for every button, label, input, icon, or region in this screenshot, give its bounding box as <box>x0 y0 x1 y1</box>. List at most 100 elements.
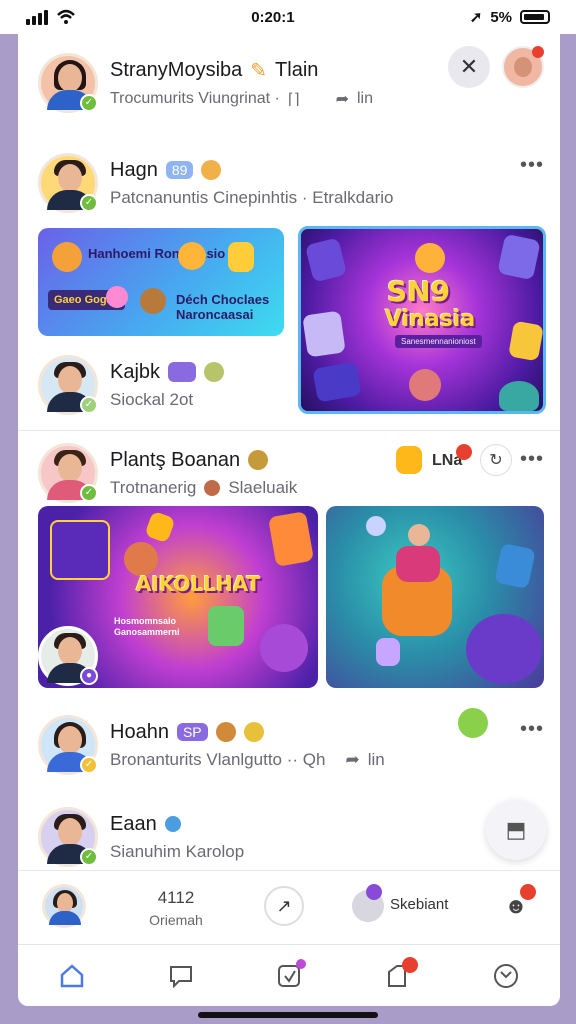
header-title: StranyMoysiba <box>110 58 243 81</box>
header-subtitle-suffix: lin <box>356 89 373 107</box>
cube-decoration <box>497 233 541 281</box>
header-text: StranyMoysiba ✎ Tlain Trocumurits Viungr… <box>110 58 373 109</box>
close-button[interactable]: ✕ <box>448 46 490 88</box>
level-badge: 89 <box>165 161 194 179</box>
feed-item-name: Plantş Boanan <box>110 448 241 471</box>
refresh-button[interactable]: ↻ <box>480 444 512 476</box>
character-icon <box>409 369 441 401</box>
character-icon <box>260 624 308 672</box>
game-card[interactable]: SN9 Vinasia Sanesmennanioniost <box>298 226 546 414</box>
level-badge: SP <box>176 723 208 741</box>
game-caption: Sanesmennanioniost <box>395 335 482 348</box>
hand-decoration <box>466 614 542 684</box>
status-time: 0:20:1 <box>251 8 295 26</box>
notification-badge <box>456 444 472 460</box>
balloon-icon <box>106 286 128 308</box>
cube-decoration <box>304 237 348 283</box>
feed-item-subtitle: Bronanturits Vlanlgutto ·· Qh <box>110 749 326 769</box>
mascot-icon <box>52 242 82 272</box>
game-title-line2: Vinasia <box>385 307 476 332</box>
feed-item-name: Eaan <box>110 812 157 835</box>
verified-icon: ✓ <box>80 756 98 774</box>
game-badge <box>168 362 197 382</box>
verified-icon: ✓ <box>80 194 98 212</box>
user-chip-label: Skebiant <box>390 896 449 913</box>
notification-dot <box>532 46 544 58</box>
compose-button[interactable]: ⬒ <box>486 800 546 860</box>
share-icon[interactable]: ➦ <box>345 750 359 770</box>
tab-activity[interactable] <box>491 961 521 991</box>
compass-icon: ↗ <box>276 895 292 916</box>
current-user-avatar[interactable] <box>42 884 86 928</box>
person-head <box>408 524 430 546</box>
emoji-icon <box>204 479 221 496</box>
stats-label: Oriemah <box>149 912 203 928</box>
cube-decoration <box>302 310 346 358</box>
feed-item-hagn[interactable]: ✓ Hagn 89 Patcnanuntis Cinepinhtis · Etr… <box>18 148 560 218</box>
share-icon[interactable]: ➦ <box>336 89 349 109</box>
bookmark-icon[interactable]: ⌈⌉ <box>288 90 300 108</box>
cube-decoration <box>144 510 176 544</box>
profile-avatar-button[interactable] <box>502 46 544 88</box>
status-right: ➚ 5% <box>470 8 550 26</box>
emoji-icon <box>243 722 264 742</box>
emoji-icon <box>248 450 269 470</box>
explore-button[interactable]: ↗ <box>264 886 304 926</box>
creature-icon <box>140 288 166 314</box>
promo-card[interactable]: Hanhoemi Ronodiasio Gaeo Gogas Déch Choc… <box>38 228 284 336</box>
gift-icon <box>267 511 315 567</box>
gift-icon[interactable] <box>396 446 422 474</box>
live-icon: ● <box>80 667 98 685</box>
tab-games[interactable] <box>274 958 306 991</box>
clock-icon <box>493 963 518 988</box>
emoji-icon <box>458 708 488 738</box>
friends-button[interactable]: ☻ <box>500 884 536 922</box>
app-screen: ✓ StranyMoysiba ✎ Tlain Trocumurits Viun… <box>18 34 560 1006</box>
festival-caption: Hosmomnsaio Ganosammerni <box>114 616 180 637</box>
emoji-icon <box>164 816 181 832</box>
refresh-icon: ↻ <box>489 452 503 469</box>
feed-item-text: Hagn 89 Patcnanuntis Cinepinhtis · Etral… <box>110 159 393 208</box>
cube-decoration <box>376 638 400 666</box>
user-chip-avatar[interactable] <box>352 884 384 922</box>
stats-block: 4112 Oriemah <box>136 888 216 928</box>
feed-item-name: Hagn <box>110 158 158 181</box>
tab-home[interactable] <box>57 961 87 991</box>
avatar: ✓ <box>38 153 98 213</box>
festival-host-avatar[interactable]: ● <box>38 626 98 686</box>
emoji-icon <box>204 362 225 382</box>
more-options-icon[interactable]: ••• <box>520 718 544 741</box>
tab-messages[interactable] <box>166 961 196 991</box>
person-body <box>396 546 440 582</box>
location-icon: ➚ <box>469 9 483 26</box>
coin-icon <box>178 242 206 270</box>
promo-bottom-text: Déch Choclaes Naroncaasai <box>176 292 270 322</box>
bubble-icon <box>366 516 386 536</box>
more-options-icon[interactable]: ••• <box>520 448 544 471</box>
game-title-line1: SN9 <box>387 275 451 308</box>
live-badge <box>366 884 382 900</box>
status-left <box>26 9 76 25</box>
verified-icon: ✓ <box>80 94 98 112</box>
scene-card[interactable] <box>326 506 544 688</box>
emoji-icon <box>201 160 222 180</box>
avatar: ✓ <box>38 715 98 775</box>
more-options-icon[interactable]: ••• <box>520 154 544 177</box>
home-indicator[interactable] <box>198 1012 378 1018</box>
header-title-suffix: Tlain <box>275 58 319 81</box>
home-icon <box>60 963 84 987</box>
verified-icon: ✓ <box>80 848 98 866</box>
header-avatar[interactable]: ✓ <box>38 53 98 113</box>
tab-notifications[interactable] <box>382 956 419 991</box>
feed-item-kajbk[interactable]: ✓ Kajbk Siockal 2ot <box>18 350 288 420</box>
avatar: ✓ <box>38 443 98 503</box>
feed-item-plants-boanan[interactable]: ✓ Plantş Boanan Trotnanerig Slaeluaik <box>18 438 560 508</box>
feed-item-text: Hoahn SP Bronanturits Vlanlgutto ·· Qh ➦… <box>110 721 385 770</box>
tab-bar <box>18 944 560 1006</box>
feed-item-eaan[interactable]: ✓ Eaan Sianuhim Karolop <box>18 802 560 872</box>
emoji-icon <box>215 722 236 742</box>
feed-item-subtitle: Trotnanerig <box>110 477 197 497</box>
cube-decoration <box>312 361 362 403</box>
feed-item-subtitle: Patcnanuntis Cinepinhtis · Etralkdario <box>110 187 394 207</box>
divider <box>18 870 560 871</box>
